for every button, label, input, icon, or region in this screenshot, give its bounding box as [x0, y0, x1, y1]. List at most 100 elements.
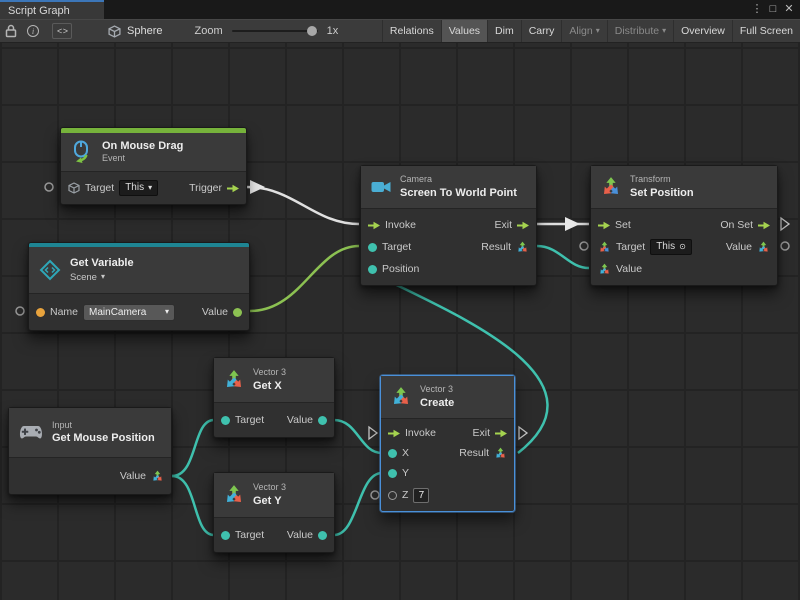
- node-screen-to-world-point[interactable]: Camera Screen To World Point Invoke Exit: [360, 165, 537, 286]
- value-port-icon[interactable]: [221, 416, 230, 425]
- node-category: Transform: [630, 175, 694, 185]
- value-port-icon[interactable]: [318, 531, 327, 540]
- vector3-port-icon[interactable]: [151, 470, 164, 483]
- node-get-mouse-position[interactable]: Input Get Mouse Position Value: [8, 407, 172, 495]
- graph-canvas[interactable]: On Mouse Drag Event Target This ▾: [0, 43, 800, 600]
- node-title: Get Y: [253, 495, 286, 507]
- node-get-y[interactable]: Vector 3 Get Y Target Value: [213, 472, 335, 553]
- flow-port-icon[interactable]: [495, 429, 507, 438]
- flow-port-icon[interactable]: [227, 184, 239, 193]
- variable-scope-dropdown[interactable]: Scene ▾: [70, 272, 134, 283]
- z-value-input[interactable]: 7: [413, 488, 429, 503]
- vector3-port-icon[interactable]: [516, 241, 529, 254]
- code-preview-toggle[interactable]: < >: [52, 23, 72, 39]
- node-vector3-create[interactable]: Vector 3 Create Invoke Exit: [380, 375, 515, 512]
- target-this-dropdown[interactable]: This ⊙: [650, 239, 692, 255]
- info-glyph: i: [27, 25, 39, 37]
- graph-toolbar: i < > Sphere Zoom 1x Relations Values Di…: [0, 19, 800, 43]
- string-port-icon[interactable]: [36, 308, 45, 317]
- flow-port-icon[interactable]: [388, 429, 400, 438]
- kebab-menu-icon[interactable]: ⋮: [749, 0, 765, 19]
- port-label-y: Y: [402, 467, 409, 479]
- mouse-drag-icon: [70, 140, 94, 164]
- transform-port-icon[interactable]: [598, 241, 611, 254]
- vector3-port-icon[interactable]: [494, 447, 507, 460]
- port-label-value-in: Value: [616, 263, 642, 275]
- value-port-icon[interactable]: [368, 243, 377, 252]
- zoom-slider-knob[interactable]: [307, 26, 317, 36]
- object-port-icon[interactable]: [233, 308, 242, 317]
- overview-button[interactable]: Overview: [673, 20, 732, 42]
- node-title: Get Variable: [70, 257, 134, 269]
- port-marker: [781, 242, 789, 250]
- vector3-port-icon[interactable]: [757, 241, 770, 254]
- wire-gety-to-y: [334, 473, 382, 535]
- value-port-icon[interactable]: [221, 531, 230, 540]
- vector3-port-icon[interactable]: [598, 263, 611, 276]
- value-port-icon[interactable]: [318, 416, 327, 425]
- lock-icon[interactable]: [0, 19, 22, 43]
- value-port-icon[interactable]: [388, 469, 397, 478]
- flow-port-icon[interactable]: [758, 221, 770, 230]
- port-label-target: Target: [382, 241, 411, 253]
- node-title: On Mouse Drag: [102, 140, 183, 152]
- port-label-target: Target: [616, 241, 645, 253]
- value-port-icon[interactable]: [368, 265, 377, 274]
- variable-name-dropdown[interactable]: MainCamera ▾: [83, 304, 175, 321]
- graph-target[interactable]: Sphere: [108, 25, 162, 38]
- maximize-icon[interactable]: □: [765, 0, 781, 19]
- value-port-icon[interactable]: [388, 491, 397, 500]
- port-label-result: Result: [459, 447, 489, 459]
- port-label-value: Value: [202, 306, 228, 318]
- port-marker: [371, 491, 379, 499]
- close-icon[interactable]: ✕: [781, 0, 797, 19]
- tab-script-graph[interactable]: Script Graph: [0, 0, 104, 19]
- distribute-dropdown[interactable]: Distribute▾: [607, 20, 673, 42]
- dropdown-arrow-icon: ▾: [101, 273, 105, 281]
- zoom-label: Zoom: [195, 25, 223, 37]
- node-category: Camera: [400, 175, 517, 185]
- node-category: Vector 3: [253, 368, 286, 378]
- node-set-position[interactable]: Transform Set Position Set On Set: [590, 165, 778, 286]
- wire-getx-to-x: [334, 420, 382, 453]
- node-subtitle: Event: [102, 154, 183, 164]
- target-this-dropdown[interactable]: This ▾: [119, 180, 158, 196]
- values-button[interactable]: Values: [441, 20, 487, 42]
- align-dropdown[interactable]: Align▾: [561, 20, 606, 42]
- tab-title: Script Graph: [8, 5, 70, 17]
- full-screen-button[interactable]: Full Screen: [732, 20, 800, 42]
- node-get-variable[interactable]: Get Variable Scene ▾ Name MainCamera ▾: [28, 242, 250, 331]
- flow-port-icon[interactable]: [517, 221, 529, 230]
- gamepad-icon: [18, 423, 44, 443]
- node-title: Get Mouse Position: [52, 432, 155, 444]
- node-title: Get X: [253, 380, 286, 392]
- flow-port-icon[interactable]: [598, 221, 610, 230]
- port-label-result: Result: [481, 241, 511, 253]
- port-label-exit: Exit: [494, 219, 512, 231]
- window-controls: ⋮ □ ✕: [749, 0, 800, 19]
- gameobject-icon: [108, 25, 121, 38]
- dropdown-arrow-icon: ▾: [148, 184, 152, 192]
- node-on-mouse-drag[interactable]: On Mouse Drag Event Target This ▾: [60, 127, 247, 205]
- flow-port-icon[interactable]: [368, 221, 380, 230]
- relations-button[interactable]: Relations: [382, 20, 441, 42]
- script-graph-window: Script Graph ⋮ □ ✕ i < > Sphere Zo: [0, 0, 800, 600]
- dim-button[interactable]: Dim: [487, 20, 521, 42]
- camera-icon: [370, 176, 392, 198]
- port-marker: [45, 183, 53, 191]
- port-label-set: Set: [615, 219, 631, 231]
- node-category: Vector 3: [420, 385, 454, 395]
- wire-variable-to-target: [250, 246, 359, 311]
- vector3-icon: [223, 484, 245, 506]
- carry-button[interactable]: Carry: [521, 20, 562, 42]
- port-label-name: Name: [50, 306, 78, 318]
- gameobject-port-icon[interactable]: [68, 182, 80, 194]
- info-icon[interactable]: i: [22, 19, 44, 43]
- vector3-icon: [390, 386, 412, 408]
- chevron-down-icon: ▾: [596, 27, 600, 35]
- node-get-x[interactable]: Vector 3 Get X Target Value: [213, 357, 335, 438]
- target-name-label: Sphere: [127, 25, 162, 37]
- chevron-down-icon: ▾: [662, 27, 666, 35]
- zoom-slider[interactable]: [232, 25, 318, 37]
- value-port-icon[interactable]: [388, 449, 397, 458]
